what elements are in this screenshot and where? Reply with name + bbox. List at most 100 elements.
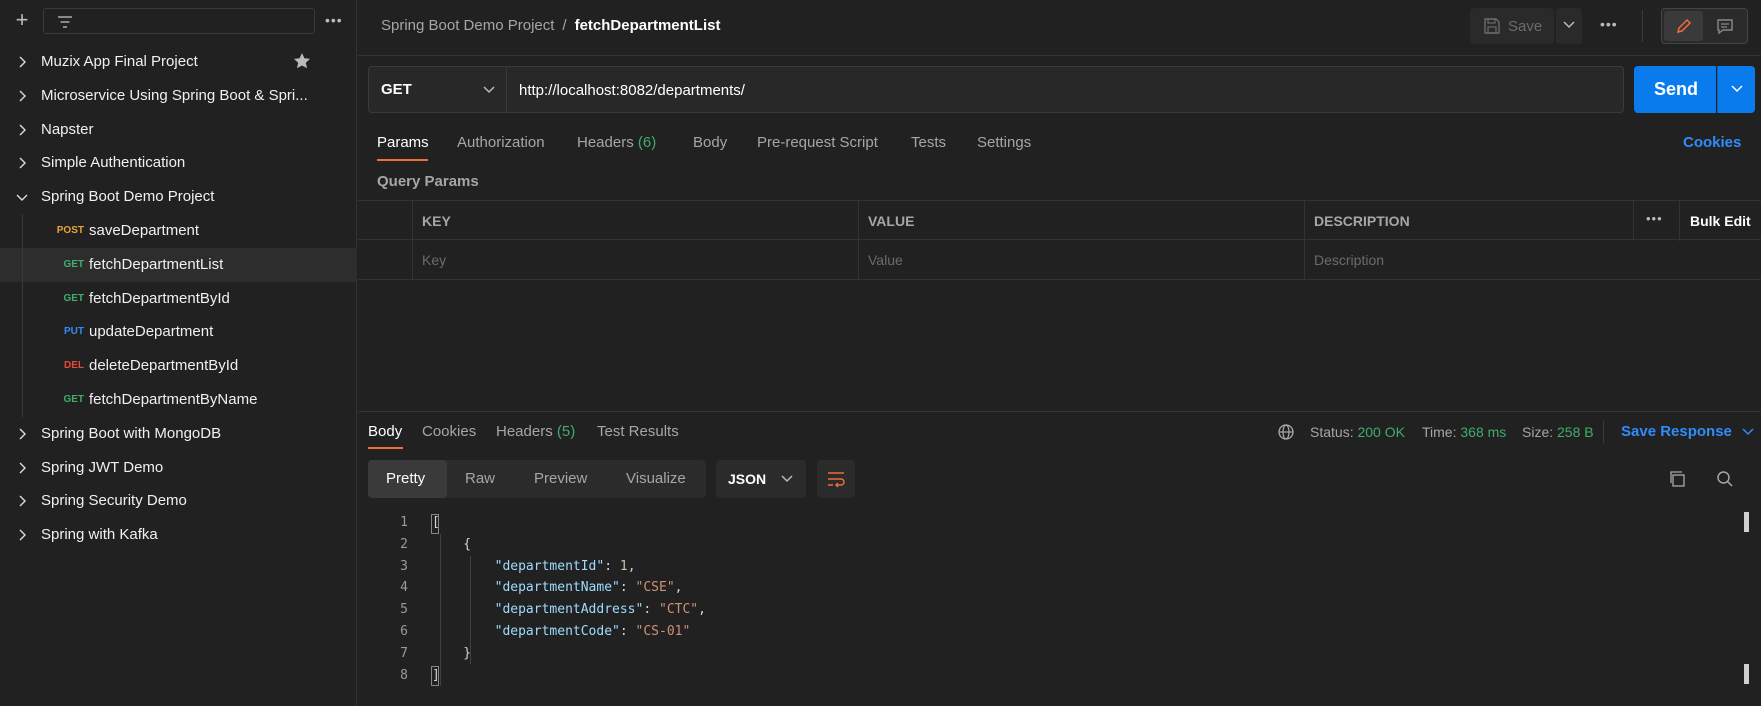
collection-item[interactable]: Spring with Kafka xyxy=(0,518,357,552)
view-visualize-button[interactable]: Visualize xyxy=(610,460,706,498)
copy-icon[interactable] xyxy=(1668,470,1686,488)
column-divider xyxy=(1633,201,1634,241)
sidebar-toolbar: + ••• xyxy=(0,0,357,42)
breadcrumb-current[interactable]: fetchDepartmentList xyxy=(575,17,721,34)
request-label: fetchDepartmentByName xyxy=(89,390,258,408)
request-label: fetchDepartmentById xyxy=(89,289,230,307)
table-row: Key Value Description xyxy=(358,240,1761,280)
view-preview-button[interactable]: Preview xyxy=(517,460,610,498)
save-response-button[interactable]: Save Response xyxy=(1621,423,1754,440)
tab-label: Headers xyxy=(496,423,553,440)
collection-item[interactable]: Muzix App Final Project xyxy=(0,45,357,79)
more-icon[interactable]: ••• xyxy=(1600,16,1618,32)
code-text: [ xyxy=(432,515,440,530)
request-item[interactable]: DEL deleteDepartmentById xyxy=(0,349,357,383)
method-select[interactable]: GET xyxy=(368,66,507,113)
wrap-lines-button[interactable] xyxy=(817,460,855,498)
pencil-icon xyxy=(1676,18,1692,34)
collection-label: Napster xyxy=(41,120,94,138)
tab-count: (5) xyxy=(556,423,576,440)
tab-body[interactable]: Body xyxy=(693,134,727,151)
request-item[interactable]: PUT updateDepartment xyxy=(0,315,357,350)
view-pretty-button[interactable]: Pretty xyxy=(368,460,447,498)
method-badge: GET xyxy=(63,292,84,304)
json-key: "departmentAddress" xyxy=(494,602,644,618)
star-icon[interactable] xyxy=(292,51,312,71)
column-divider xyxy=(858,240,859,280)
request-label: saveDepartment xyxy=(89,221,200,239)
tab-params[interactable]: Params xyxy=(377,134,429,151)
table-more-icon[interactable]: ••• xyxy=(1646,211,1663,226)
divider xyxy=(1603,421,1604,443)
view-raw-button[interactable]: Raw xyxy=(447,460,517,498)
tab-headers[interactable]: Headers (6) xyxy=(577,134,656,151)
bulk-edit-button[interactable]: Bulk Edit xyxy=(1690,213,1751,229)
response-tab-cookies[interactable]: Cookies xyxy=(422,423,476,440)
format-select[interactable]: JSON xyxy=(716,460,806,498)
time-value[interactable]: 368 ms xyxy=(1460,424,1506,440)
send-button[interactable]: Send xyxy=(1634,66,1716,113)
chevron-right-icon xyxy=(19,462,26,474)
collection-item[interactable]: Spring Boot with MongoDB xyxy=(0,417,357,451)
request-item[interactable]: GET fetchDepartmentById xyxy=(0,281,357,316)
tab-pre-request-script[interactable]: Pre-request Script xyxy=(757,134,878,151)
send-dropdown-button[interactable] xyxy=(1717,66,1755,113)
tab-label: Pre-request Script xyxy=(757,134,878,151)
request-item[interactable]: POST saveDepartment xyxy=(0,213,357,248)
request-item[interactable]: GET fetchDepartmentByName xyxy=(0,382,357,417)
chevron-right-icon xyxy=(19,428,26,440)
collection-item[interactable]: Simple Authentication xyxy=(0,146,357,180)
response-body-viewer[interactable]: 1[ 2 { 3 "departmentId": 1, 4 "departmen… xyxy=(358,512,1738,692)
format-value: JSON xyxy=(728,471,767,487)
response-tab-test-results[interactable]: Test Results xyxy=(597,423,679,440)
collection-item[interactable]: Spring Security Demo xyxy=(0,484,357,518)
collection-label: Spring Boot Demo Project xyxy=(41,188,215,206)
description-input[interactable]: Description xyxy=(1314,252,1384,268)
response-divider[interactable] xyxy=(358,411,1761,412)
tab-label: Authorization xyxy=(457,134,545,151)
chevron-right-icon xyxy=(19,124,26,136)
breadcrumb-parent[interactable]: Spring Boot Demo Project xyxy=(381,17,554,34)
request-label: deleteDepartmentById xyxy=(89,357,239,375)
collection-label: Simple Authentication xyxy=(41,154,186,172)
tab-authorization[interactable]: Authorization xyxy=(457,134,545,151)
key-input[interactable]: Key xyxy=(422,252,446,268)
postman-app: + ••• Muzix App Final Project Microservi… xyxy=(0,0,1761,706)
status-value[interactable]: 200 OK xyxy=(1357,424,1404,440)
size-value[interactable]: 258 B xyxy=(1557,424,1594,440)
tab-settings[interactable]: Settings xyxy=(977,134,1031,151)
status-readout: Status: 200 OK xyxy=(1310,424,1405,440)
collection-item[interactable]: Spring JWT Demo xyxy=(0,451,357,485)
response-tab-body[interactable]: Body xyxy=(368,423,402,440)
search-icon[interactable] xyxy=(1716,470,1734,488)
sidebar-filter-input[interactable] xyxy=(43,8,315,34)
collection-item[interactable]: Napster xyxy=(0,113,357,147)
add-icon[interactable]: + xyxy=(11,9,33,32)
save-button[interactable]: Save xyxy=(1470,8,1554,44)
tab-tests[interactable]: Tests xyxy=(911,134,946,151)
scrollbar-marker[interactable] xyxy=(1744,664,1749,684)
tree-guide xyxy=(22,382,23,417)
line-number: 8 xyxy=(400,667,408,683)
request-item-active[interactable]: GET fetchDepartmentList xyxy=(0,247,357,282)
comment-mode-button[interactable] xyxy=(1705,11,1744,41)
active-tab-indicator xyxy=(368,447,403,449)
sidebar-more-icon[interactable]: ••• xyxy=(325,12,343,28)
save-dropdown-button[interactable] xyxy=(1556,8,1582,44)
value-input[interactable]: Value xyxy=(868,252,903,268)
chevron-right-icon xyxy=(19,90,26,102)
collection-label: Microservice Using Spring Boot & Spri... xyxy=(41,86,308,104)
column-divider xyxy=(1679,201,1680,241)
request-label: fetchDepartmentList xyxy=(89,255,224,273)
column-header-key: KEY xyxy=(422,213,451,229)
url-input[interactable]: http://localhost:8082/departments/ xyxy=(507,66,1624,113)
collection-item-expanded[interactable]: Spring Boot Demo Project xyxy=(0,180,357,214)
cookies-link[interactable]: Cookies xyxy=(1683,134,1741,151)
collection-label: Spring with Kafka xyxy=(41,526,158,544)
collection-item[interactable]: Microservice Using Spring Boot & Spri... xyxy=(0,79,357,113)
response-tab-headers[interactable]: Headers (5) xyxy=(496,423,575,440)
edit-mode-button[interactable] xyxy=(1664,11,1703,41)
scrollbar-marker[interactable] xyxy=(1744,512,1749,532)
code-line: 6 "departmentCode": "CS-01" xyxy=(358,621,1738,643)
globe-icon[interactable] xyxy=(1277,423,1295,441)
